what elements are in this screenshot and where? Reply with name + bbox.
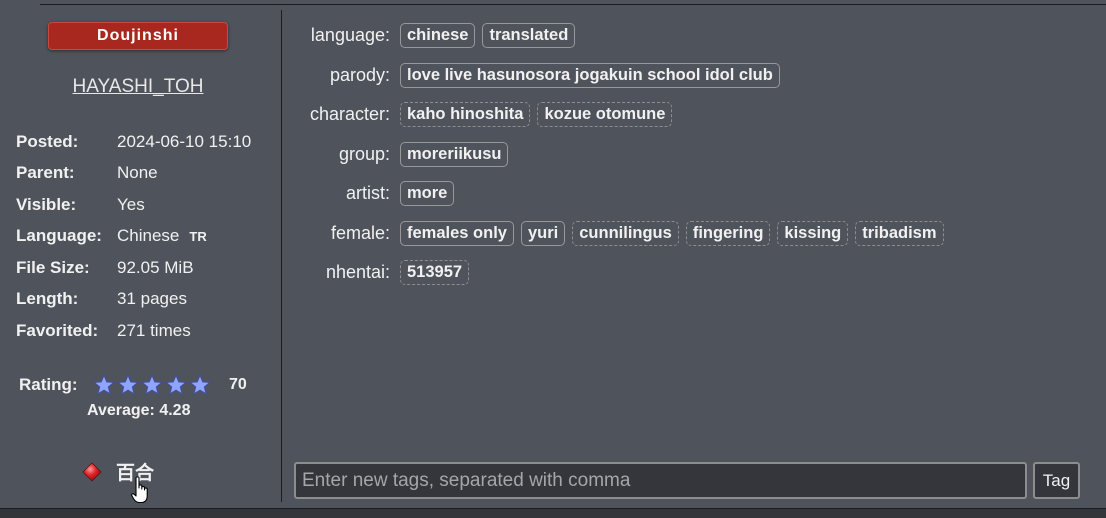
hand-cursor-icon bbox=[131, 476, 148, 504]
gallery-details-panel: Doujinshi HAYASHI_TOH Posted: 2024-06-10… bbox=[0, 0, 1106, 518]
info-key: Visible: bbox=[16, 194, 77, 214]
info-row-parent: Parent: None bbox=[16, 158, 251, 190]
info-row-visible: Visible: Yes bbox=[16, 189, 251, 221]
info-row-favorited: Favorited: 271 times bbox=[16, 315, 251, 347]
info-row-language: Language: Chinese TR bbox=[16, 221, 251, 253]
uploader-link[interactable]: HAYASHI_TOH bbox=[48, 76, 228, 98]
star-icon[interactable] bbox=[165, 374, 187, 396]
tag-item[interactable]: females only bbox=[400, 220, 514, 246]
tag-row: artist: more bbox=[290, 174, 951, 214]
star-icon[interactable] bbox=[189, 374, 211, 396]
rating-label: Rating: bbox=[19, 375, 78, 394]
tag-row: character: kaho hinoshita kozue otomune bbox=[290, 95, 951, 135]
new-tags-input[interactable] bbox=[294, 462, 1027, 499]
info-value: 2024-06-10 15:10 bbox=[117, 131, 252, 151]
tag-namespace: artist: bbox=[345, 183, 390, 204]
info-value: 92.05 MiB bbox=[117, 257, 194, 277]
tag-item[interactable]: tribadism bbox=[855, 220, 944, 246]
tag-item[interactable]: fingering bbox=[685, 220, 771, 246]
tag-item[interactable]: cunnilingus bbox=[572, 220, 679, 246]
info-row-length: Length: 31 pages bbox=[16, 284, 251, 316]
info-value: None bbox=[117, 163, 158, 183]
category-badge[interactable]: Doujinshi bbox=[48, 22, 228, 50]
tag-namespace: parody: bbox=[329, 64, 390, 85]
info-row-posted: Posted: 2024-06-10 15:10 bbox=[16, 126, 251, 158]
tag-row: parody: love live hasunosora jogakuin sch… bbox=[290, 56, 951, 96]
info-key: Length: bbox=[16, 289, 79, 309]
tag-item[interactable]: 513957 bbox=[400, 260, 470, 286]
tag-item[interactable]: love live hasunosora jogakuin school ido… bbox=[400, 62, 780, 88]
info-table: Posted: 2024-06-10 15:10 Parent: None Vi… bbox=[16, 126, 251, 347]
tag-item[interactable]: translated bbox=[482, 23, 576, 49]
tag-row: female: females only yuri cunnilingus finger… bbox=[290, 214, 951, 254]
info-key: Favorited: bbox=[16, 320, 99, 340]
info-key: Parent: bbox=[16, 163, 75, 183]
tag-item[interactable]: more bbox=[400, 181, 455, 207]
star-icon[interactable] bbox=[93, 374, 115, 396]
red-diamond-icon bbox=[82, 462, 102, 481]
info-key: Language: bbox=[16, 226, 102, 246]
tag-item[interactable]: kaho hinoshita bbox=[400, 102, 531, 128]
tag-item[interactable]: moreriikusu bbox=[400, 141, 509, 167]
tag-namespace: group: bbox=[338, 143, 390, 164]
info-value: 31 pages bbox=[117, 289, 187, 309]
star-icon[interactable] bbox=[117, 374, 139, 396]
tag-namespace: female: bbox=[330, 222, 390, 243]
rating-average: Average: 4.28 bbox=[87, 402, 191, 419]
star-icon[interactable] bbox=[141, 374, 163, 396]
tag-row: nhentai: 513957 bbox=[290, 253, 951, 293]
info-key: Posted: bbox=[16, 131, 79, 151]
tag-namespace: character: bbox=[309, 104, 390, 125]
info-value: Chinese bbox=[117, 226, 180, 246]
info-value: Yes bbox=[117, 194, 145, 214]
info-value: 271 times bbox=[117, 320, 191, 340]
tag-item[interactable]: kozue otomune bbox=[537, 102, 673, 128]
top-border bbox=[40, 4, 1106, 5]
tag-item[interactable]: kissing bbox=[777, 220, 849, 246]
panel-divider bbox=[281, 10, 282, 502]
tag-item[interactable]: yuri bbox=[520, 220, 566, 246]
info-row-file-size: File Size: 92.05 MiB bbox=[16, 252, 251, 284]
info-key: File Size: bbox=[16, 257, 90, 277]
tag-namespace: language: bbox=[310, 25, 390, 46]
translated-badge: TR bbox=[189, 228, 207, 244]
rating-count: 70 bbox=[229, 376, 247, 393]
tag-item[interactable]: chinese bbox=[400, 23, 476, 49]
tag-namespace: nhentai: bbox=[325, 262, 390, 283]
tag-list: language: chinese translated parody: love li… bbox=[290, 16, 951, 293]
rating-stars[interactable] bbox=[93, 374, 211, 396]
tag-submit-button[interactable]: Tag bbox=[1033, 462, 1080, 499]
tag-row: group: moreriikusu bbox=[290, 135, 951, 175]
tag-row: language: chinese translated bbox=[290, 16, 951, 56]
